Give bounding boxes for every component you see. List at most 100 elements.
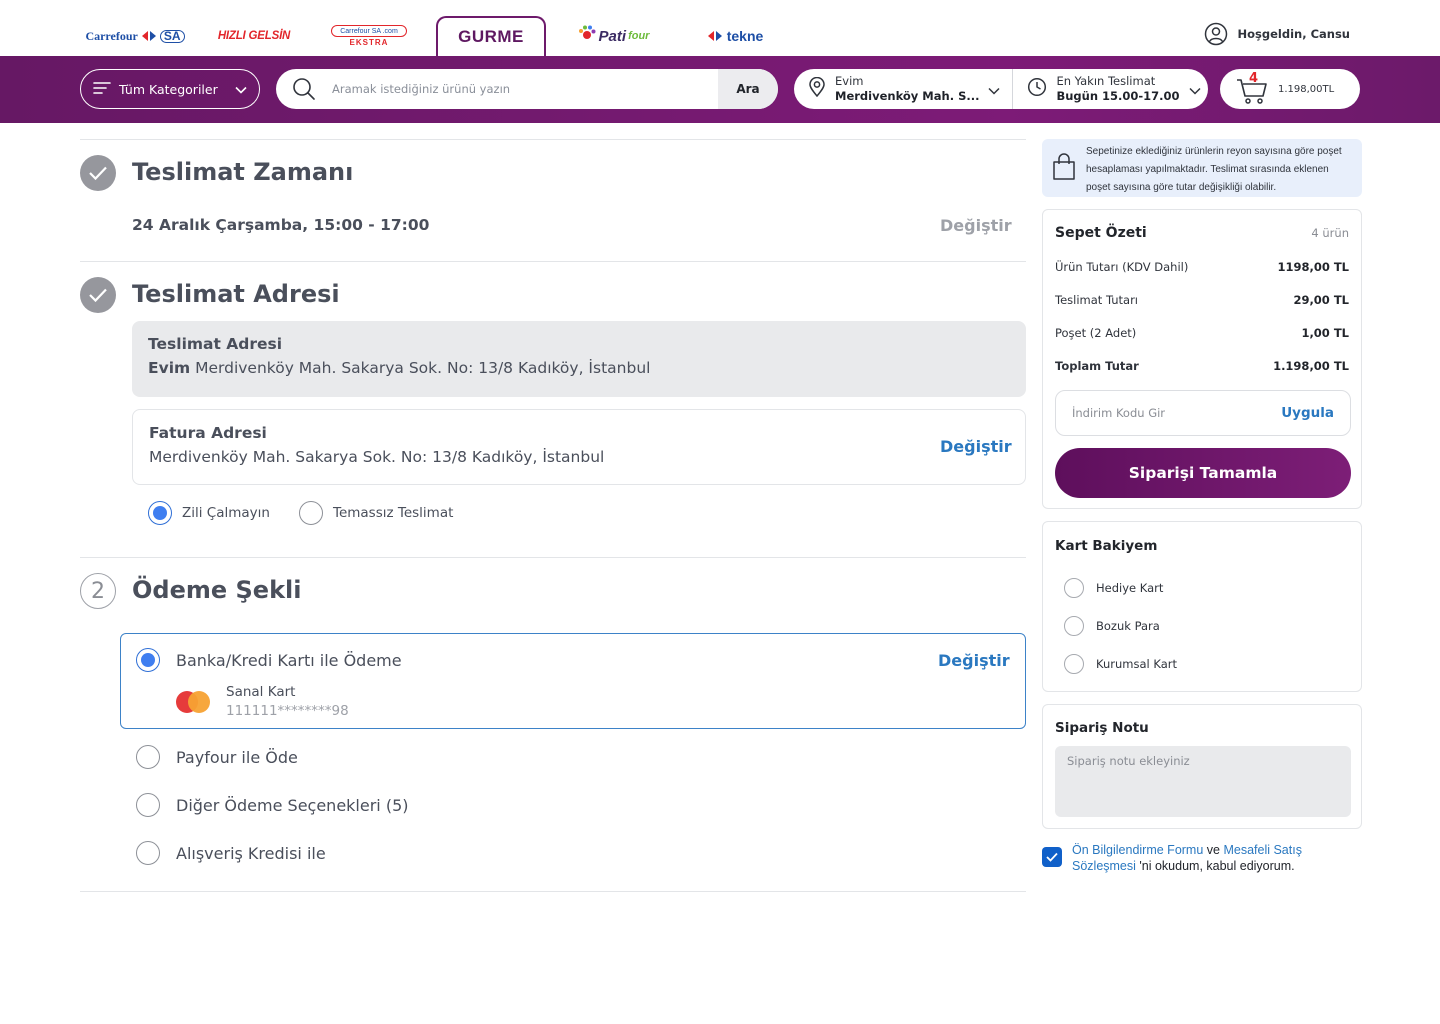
address-label: Evim [835, 74, 864, 88]
summary-row-value: 1,00 TL [1301, 326, 1349, 340]
paw-icon [577, 24, 597, 48]
delivery-address-title: Teslimat Adresi [132, 280, 340, 308]
address-selector[interactable]: Evim Merdivenköy Mah. S... [794, 69, 1012, 109]
balance-option-gift-card[interactable]: Hediye Kart [1064, 578, 1163, 598]
all-categories-label: Tüm Kategoriler [119, 81, 218, 97]
change-card-link[interactable]: Değiştir [938, 651, 1010, 670]
change-delivery-time-link[interactable]: Değiştir [940, 216, 1012, 235]
cart-amount: 1.198,00TL [1278, 83, 1335, 95]
chevron-down-icon [988, 80, 1000, 99]
hizli-gelsin-logo[interactable]: HIZLI GELSİN [212, 16, 296, 56]
invoice-address-title: Fatura Adresi [149, 424, 267, 442]
summary-row: Ürün Tutarı (KDV Dahil) 1198,00 TL [1055, 260, 1349, 274]
search-button[interactable]: Ara [718, 69, 778, 109]
payment-method-title: Ödeme Şekli [132, 576, 302, 604]
radio-unselected[interactable] [136, 793, 160, 817]
radio-selected[interactable] [136, 648, 160, 672]
option-label: Zili Çalmayın [182, 505, 270, 521]
card-name: Sanal Kart [226, 684, 296, 700]
agreement-rest-text: 'ni okudum, kabul ediyorum. [1135, 859, 1295, 873]
payment-option-payfour[interactable]: Payfour ile Öde [136, 745, 298, 769]
balance-option-corporate-card[interactable]: Kurumsal Kart [1064, 654, 1177, 674]
sa-badge: SA [159, 29, 185, 43]
order-note-box: Sipariş Notu [1042, 704, 1362, 829]
option-no-doorbell[interactable]: Zili Çalmayın [148, 501, 270, 525]
payment-option-label: Payfour ile Öde [176, 747, 298, 767]
balance-option-label: Bozuk Para [1096, 619, 1160, 633]
ekstra-text: EKSTRA [349, 38, 389, 47]
saved-card: Sanal Kart 111111********98 [176, 684, 349, 719]
invoice-address-text: Merdivenköy Mah. Sakarya Sok. No: 13/8 K… [149, 448, 605, 466]
divider [80, 139, 1026, 140]
gurme-tab[interactable]: GURME [436, 16, 546, 56]
chevron-down-icon [235, 82, 247, 97]
balance-option-label: Hediye Kart [1096, 581, 1164, 595]
option-label: Temassız Teslimat [333, 505, 454, 521]
menu-icon [93, 81, 111, 98]
shopping-cart-icon: 4 [1236, 71, 1268, 105]
balance-option-coins[interactable]: Bozuk Para [1064, 616, 1160, 636]
search-input[interactable] [332, 69, 718, 109]
carrefoursa-logo[interactable]: Carrefour SA [80, 16, 190, 56]
radio-unselected[interactable] [136, 841, 160, 865]
card-balance-title: Kart Bakiyem [1055, 538, 1158, 554]
address-name: Evim [148, 359, 191, 377]
complete-order-button[interactable]: Siparişi Tamamla [1055, 448, 1351, 498]
account-menu[interactable]: Hoşgeldin, Cansu [1204, 22, 1351, 46]
delivery-label: En Yakın Teslimat [1056, 74, 1156, 88]
carrefour-mark-icon [707, 30, 723, 42]
radio-unselected[interactable] [1064, 654, 1084, 674]
radio-unselected[interactable] [299, 501, 323, 525]
summary-row: Poşet (2 Adet) 1,00 TL [1055, 326, 1349, 340]
payment-option-card[interactable]: Banka/Kredi Kartı ile Ödeme [136, 648, 402, 672]
payment-option-label: Banka/Kredi Kartı ile Ödeme [176, 650, 402, 670]
delivery-time-title: Teslimat Zamanı [132, 158, 354, 186]
payment-option-credit[interactable]: Alışveriş Kredisi ile [136, 841, 326, 865]
apply-coupon-button[interactable]: Uygula [1281, 405, 1334, 421]
delivery-address-card: Teslimat Adresi Evim Merdivenköy Mah. Sa… [132, 321, 1026, 397]
divider [80, 557, 1026, 558]
step-complete-check-icon [80, 277, 116, 313]
pati-text: Pati [598, 27, 627, 45]
patifour-logo[interactable]: Pati four [577, 16, 650, 56]
coupon-field: Uygula [1055, 390, 1351, 436]
delivery-time-slot: 24 Aralık Çarşamba, 15:00 - 17:00 [132, 216, 430, 234]
delivery-time-selector[interactable]: En Yakın Teslimat Bugün 15.00-17.00 [1012, 69, 1212, 109]
tekne-logo[interactable]: tekne [700, 16, 770, 56]
summary-row-label: Poşet (2 Adet) [1055, 326, 1137, 340]
cart-button[interactable]: 4 1.198,00TL [1220, 69, 1360, 109]
all-categories-button[interactable]: Tüm Kategoriler [80, 69, 260, 109]
delivery-address-card-title: Teslimat Adresi [148, 335, 283, 353]
summary-row-value: 1198,00 TL [1277, 260, 1349, 274]
search-icon [276, 77, 332, 101]
coupon-input[interactable] [1072, 406, 1282, 420]
change-invoice-address-link[interactable]: Değiştir [940, 437, 1012, 456]
summary-row: Teslimat Tutarı 29,00 TL [1055, 293, 1349, 307]
radio-selected[interactable] [148, 501, 172, 525]
bag-info-text: Sepetinize eklediğiniz ürünlerin reyon s… [1086, 146, 1342, 193]
card-balance-box: Kart Bakiyem Hediye Kart Bozuk Para Kuru… [1042, 521, 1362, 692]
card-number: 111111********98 [226, 703, 349, 719]
agreement-checkbox[interactable] [1042, 847, 1062, 867]
address-value: Merdivenköy Mah. S... [835, 89, 980, 103]
user-icon [1204, 22, 1228, 46]
search-bar: Ara [276, 69, 778, 109]
pati-four-text: four [628, 30, 650, 42]
ekstra-logo[interactable]: Carrefour SA .com EKSTRA [330, 16, 408, 56]
brand-bar: Carrefour SA HIZLI GELSİN Carrefour SA .… [0, 0, 1440, 56]
radio-unselected[interactable] [136, 745, 160, 769]
balance-option-label: Kurumsal Kart [1096, 657, 1177, 671]
order-note-input[interactable] [1055, 746, 1351, 817]
summary-total-row: Toplam Tutar 1.198,00 TL [1055, 359, 1349, 373]
hizli-gelsin-text: HIZLI GELSİN [217, 30, 291, 42]
option-contactless[interactable]: Temassız Teslimat [299, 501, 453, 525]
summary-title: Sepet Özeti [1055, 225, 1147, 241]
radio-unselected[interactable] [1064, 616, 1084, 636]
payment-option-label: Diğer Ödeme Seçenekleri (5) [176, 795, 409, 815]
shopping-bag-icon [1052, 143, 1076, 193]
greeting-text: Hoşgeldin, Cansu [1237, 27, 1351, 41]
divider [80, 891, 1026, 892]
radio-unselected[interactable] [1064, 578, 1084, 598]
payment-option-other[interactable]: Diğer Ödeme Seçenekleri (5) [136, 793, 409, 817]
pre-information-form-link[interactable]: Ön Bilgilendirme Formu [1072, 843, 1203, 857]
